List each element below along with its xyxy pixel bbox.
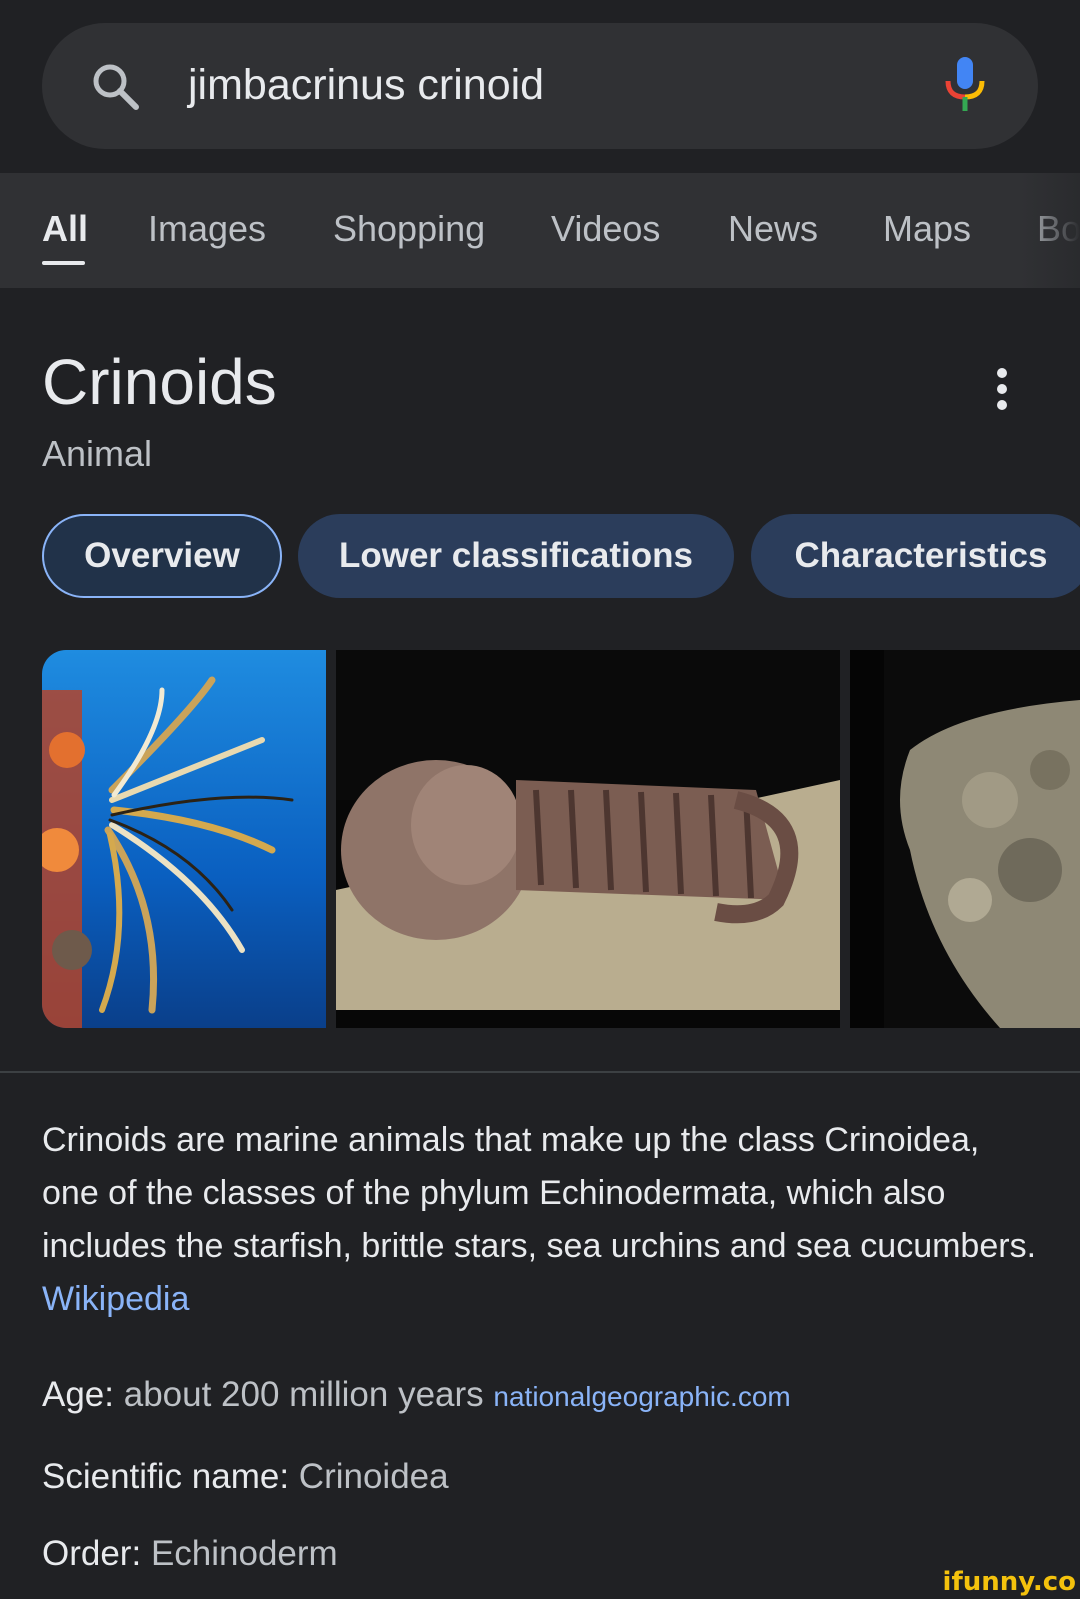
- tab-shopping[interactable]: Shopping: [333, 207, 485, 251]
- chip-lower-classifications[interactable]: Lower classifications: [298, 514, 734, 598]
- fact-age: Age: about 200 million years nationalgeo…: [42, 1373, 791, 1419]
- image-gallery: [42, 650, 1080, 1028]
- tab-images[interactable]: Images: [148, 207, 266, 251]
- tab-maps[interactable]: Maps: [883, 207, 971, 251]
- feather-star-photo[interactable]: [42, 650, 326, 1028]
- chip-characteristics[interactable]: Characteristics: [751, 514, 1080, 598]
- section-divider: [0, 1071, 1080, 1073]
- fact-scientific-name: Scientific name: Crinoidea: [42, 1455, 449, 1499]
- fact-order: Order: Echinoderm: [42, 1532, 338, 1576]
- tabs-scroll-fade: [1020, 173, 1080, 288]
- tab-videos[interactable]: Videos: [551, 207, 660, 251]
- search-bar[interactable]: jimbacrinus crinoid: [42, 23, 1038, 149]
- search-input[interactable]: jimbacrinus crinoid: [188, 59, 544, 111]
- ifunny-watermark: ifunny.co: [942, 1567, 1076, 1597]
- search-icon[interactable]: [90, 61, 140, 111]
- tab-news[interactable]: News: [728, 207, 818, 251]
- more-vert-icon[interactable]: [990, 368, 1014, 412]
- kp-subtitle: Animal: [42, 433, 153, 474]
- kp-title: Crinoids: [42, 346, 277, 418]
- search-header: jimbacrinus crinoid: [0, 0, 1080, 173]
- active-tab-indicator: [42, 261, 85, 265]
- kp-description: Crinoids are marine animals that make up…: [42, 1114, 1042, 1326]
- microphone-icon[interactable]: [940, 55, 990, 115]
- fact-label: Scientific name:: [42, 1457, 290, 1496]
- chip-overview[interactable]: Overview: [42, 514, 282, 598]
- fact-value[interactable]: about 200 million years: [124, 1375, 484, 1414]
- description-text: Crinoids are marine animals that make up…: [42, 1121, 1037, 1265]
- wikipedia-link[interactable]: Wikipedia: [42, 1280, 189, 1318]
- fact-label: Order:: [42, 1534, 142, 1573]
- fact-label: Age:: [42, 1375, 114, 1414]
- search-tabs: All Images Shopping Videos News Maps Bo: [0, 173, 1080, 288]
- tab-all[interactable]: All: [42, 207, 88, 251]
- fact-source-link[interactable]: nationalgeographic.com: [493, 1381, 790, 1412]
- crinoid-fossil-photo[interactable]: [336, 650, 840, 1028]
- fossil-plate-photo[interactable]: [850, 650, 1080, 1028]
- fact-value[interactable]: Crinoidea: [299, 1457, 449, 1496]
- fact-value[interactable]: Echinoderm: [151, 1534, 338, 1573]
